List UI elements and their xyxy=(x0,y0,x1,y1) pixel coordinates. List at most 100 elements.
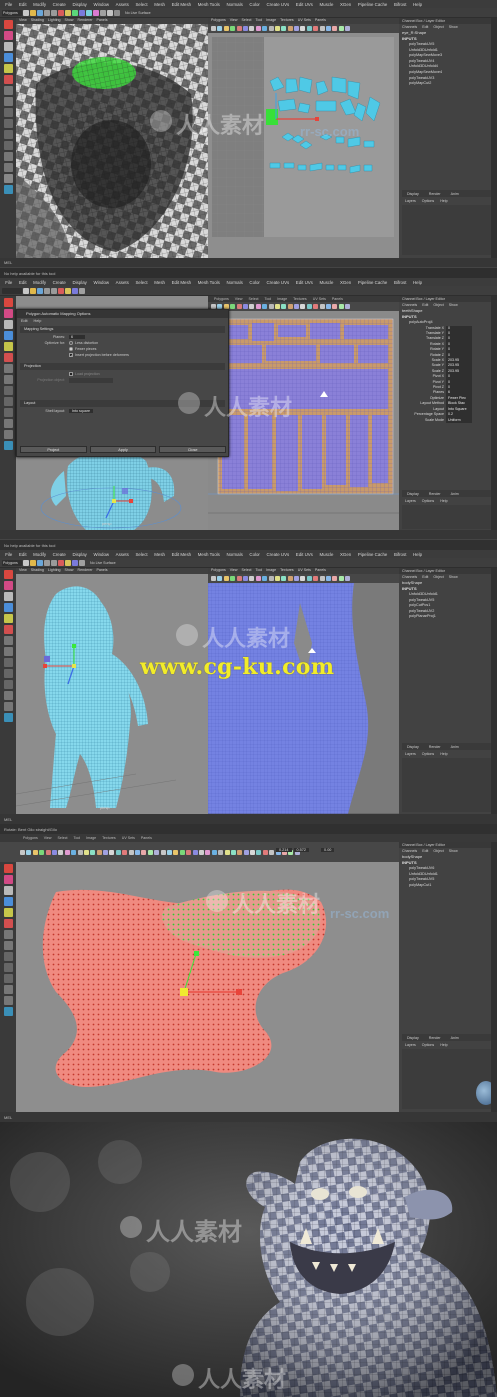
uv-tool-icon[interactable] xyxy=(313,26,319,31)
single-layout-icon[interactable] xyxy=(3,364,13,373)
layer-tab[interactable]: Anim xyxy=(446,745,464,749)
channel-menu-item[interactable]: Channels xyxy=(402,575,422,579)
uv-tool-icon[interactable] xyxy=(281,304,287,309)
menu-item[interactable]: Assets xyxy=(112,2,132,7)
uv-tool-icon[interactable] xyxy=(115,849,121,855)
mode-dropdown[interactable]: Polygons xyxy=(2,9,22,16)
menu-item[interactable]: Normals xyxy=(223,2,246,7)
uv-tool-icon[interactable] xyxy=(236,576,242,581)
viewport-menu-item[interactable]: Renderer xyxy=(78,568,97,572)
uv-menu-item[interactable]: Tool xyxy=(262,297,275,301)
uv-tool-icon[interactable] xyxy=(262,26,268,31)
uv-tool-icon[interactable] xyxy=(294,304,300,309)
uv-tool-icon[interactable] xyxy=(326,304,332,309)
render-icon[interactable] xyxy=(79,287,85,294)
undo-icon[interactable] xyxy=(44,559,50,566)
paint-select-icon[interactable] xyxy=(3,886,13,895)
lasso-tool-icon[interactable] xyxy=(3,875,13,884)
uv-tool-icon[interactable] xyxy=(345,304,351,309)
two-layout-icon[interactable] xyxy=(3,658,13,667)
layer-tab[interactable]: Render xyxy=(424,1036,446,1040)
move-tool-icon[interactable] xyxy=(3,897,13,906)
layer-tab[interactable]: Display xyxy=(402,192,424,196)
uv-tool-icon[interactable] xyxy=(255,26,261,31)
undo-icon[interactable] xyxy=(44,9,50,16)
uv-tool-icon[interactable] xyxy=(294,26,300,31)
uv-tool-icon[interactable] xyxy=(103,849,109,855)
menu-item[interactable]: Edit UVs xyxy=(293,2,317,7)
uv-menu-item[interactable]: Textures xyxy=(99,836,119,840)
new-scene-icon[interactable] xyxy=(23,9,29,16)
channel-menu-item[interactable]: Edit xyxy=(422,25,433,29)
channel-menu-item[interactable]: Edit xyxy=(422,849,433,853)
uv-menu-item[interactable]: Tool xyxy=(256,568,267,572)
move-tool-icon[interactable] xyxy=(3,331,13,340)
uv-tool-icon[interactable] xyxy=(287,26,293,31)
uv-tool-icon[interactable] xyxy=(224,849,230,855)
select-hierarchy-icon[interactable] xyxy=(58,287,64,294)
uv-tool-icon[interactable] xyxy=(192,849,198,855)
uv-menu-item[interactable]: Polygons xyxy=(211,568,230,572)
single-layout-icon[interactable] xyxy=(3,930,13,939)
uv-tool-icon[interactable] xyxy=(256,849,262,855)
uv-tool-icon[interactable] xyxy=(198,849,204,855)
uv-tool-icon[interactable] xyxy=(77,849,83,855)
fewer-pieces-radio[interactable] xyxy=(69,347,73,351)
channel-menu-item[interactable]: Object xyxy=(433,25,448,29)
menu-item[interactable]: Select xyxy=(132,552,151,557)
paint-select-icon[interactable] xyxy=(3,320,13,329)
four-layout-icon[interactable] xyxy=(3,941,13,950)
channel-menu-item[interactable]: Object xyxy=(433,575,448,579)
uv-tool-icon[interactable] xyxy=(274,576,280,581)
layer-menu-item[interactable]: Layers xyxy=(402,752,419,756)
apply-button[interactable]: Apply xyxy=(89,446,157,453)
uv-tool-icon[interactable] xyxy=(242,576,248,581)
layer-tab[interactable]: Anim xyxy=(446,192,464,196)
hypershade-icon[interactable] xyxy=(3,430,13,439)
planes-dropdown[interactable]: 6 xyxy=(69,335,85,339)
uv-tool-icon[interactable] xyxy=(154,849,160,855)
select-tool-icon[interactable] xyxy=(3,20,13,29)
uv-tool-icon[interactable] xyxy=(45,849,51,855)
open-scene-icon[interactable] xyxy=(30,559,36,566)
menu-item[interactable]: Help xyxy=(410,552,426,557)
paint-select-icon[interactable] xyxy=(3,592,13,601)
select-object-icon[interactable] xyxy=(65,9,71,16)
uv-menu-item[interactable]: UV Sets xyxy=(310,297,329,301)
menu-item[interactable]: Muscle xyxy=(316,552,337,557)
select-component-icon[interactable] xyxy=(72,9,78,16)
open-scene-icon[interactable] xyxy=(30,287,36,294)
layer-tab[interactable]: Display xyxy=(402,1036,424,1040)
menu-item[interactable]: Modify xyxy=(30,552,50,557)
channel-menu-item[interactable]: Channels xyxy=(402,303,422,307)
lasso-tool-icon[interactable] xyxy=(3,31,13,40)
layer-menu-item[interactable]: Help xyxy=(437,499,450,503)
snap-grid-icon[interactable] xyxy=(79,9,85,16)
u-coordinate-field[interactable]: 0.214 xyxy=(276,848,292,852)
uv-menu-item[interactable]: UV Sets xyxy=(119,836,138,840)
select-tool-icon[interactable] xyxy=(3,864,13,873)
hypershade-icon[interactable] xyxy=(3,702,13,711)
uv-menu-item[interactable]: Select xyxy=(242,18,256,22)
persp-graph-icon[interactable] xyxy=(3,119,13,128)
menu-item[interactable]: Mesh xyxy=(151,2,168,7)
mesh-display-icon[interactable] xyxy=(3,713,13,722)
uv-tool-icon[interactable] xyxy=(20,849,25,855)
channel-menu-item[interactable]: Show xyxy=(449,303,463,307)
scale-tool-icon[interactable] xyxy=(3,75,13,84)
mesh-display-icon[interactable] xyxy=(3,1007,13,1016)
four-layout-icon[interactable] xyxy=(3,647,13,656)
uv-tool-icon[interactable] xyxy=(237,849,243,855)
four-layout-icon[interactable] xyxy=(3,97,13,106)
scale-tool-icon[interactable] xyxy=(3,919,13,928)
uv-menu-item[interactable]: Panels xyxy=(315,18,330,22)
uv-tool-icon[interactable] xyxy=(58,849,64,855)
uv-menu-item[interactable]: Panels xyxy=(138,836,155,840)
uv-menu-item[interactable]: Polygons xyxy=(211,297,232,301)
uv-tool-icon[interactable] xyxy=(147,849,153,855)
menu-item[interactable]: XGen xyxy=(337,280,355,285)
uv-tool-icon[interactable] xyxy=(96,849,102,855)
uv-tool-icon[interactable] xyxy=(218,849,224,855)
dialog-menu-item[interactable]: Help xyxy=(34,319,48,323)
uv-menu-item[interactable]: Polygons xyxy=(211,18,230,22)
